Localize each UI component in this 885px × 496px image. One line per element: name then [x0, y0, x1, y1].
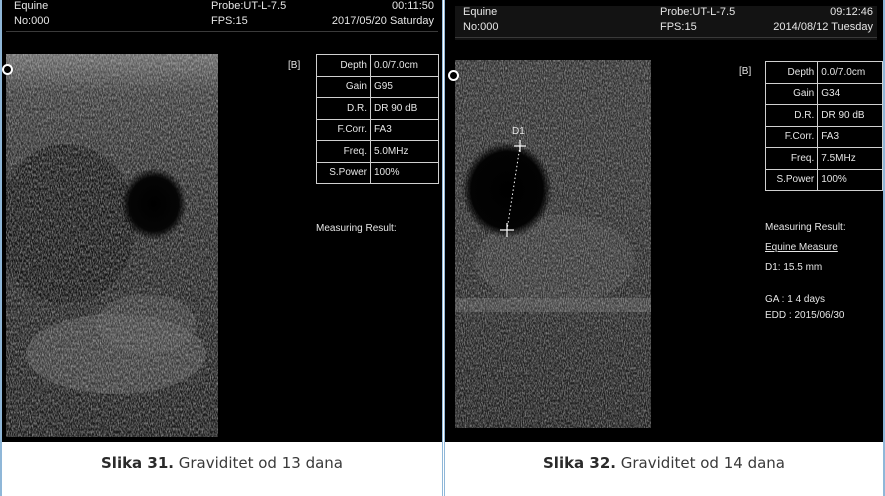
param-value: DR 90 dB [370, 97, 439, 120]
param-key: F.Corr. [316, 118, 371, 141]
measuring-title: Measuring Result: [316, 223, 397, 234]
time-label: 09:12:46 [830, 6, 873, 18]
fps-label: FPS:15 [660, 21, 697, 33]
param-key: Gain [316, 75, 371, 98]
param-key: F.Corr. [764, 125, 819, 148]
param-row: Depth 0.0/7.0cm [316, 54, 439, 77]
ultrasound-screen: Equine Probe:UT-L-7.5 00:11:50 No:000 FP… [2, 0, 442, 442]
patient-label: Equine [14, 0, 49, 12]
measuring-result: Measuring Result: Equine Measure D1: 15.… [765, 218, 846, 324]
ultrasound-image: D1 [455, 60, 651, 428]
param-value: 100% [370, 161, 439, 184]
date-label: 2017/05/20 Saturday [331, 15, 434, 27]
date-label: 2014/08/12 Tuesday [773, 21, 873, 33]
ultrasound-screen: Equine Probe:UT-L-7.5 09:12:46 No:000 FP… [445, 0, 883, 442]
measuring-result: Measuring Result: [316, 219, 397, 239]
param-key: D.R. [316, 97, 371, 120]
ultrasound-figure-32: Equine Probe:UT-L-7.5 09:12:46 No:000 FP… [444, 0, 885, 496]
edd-value: EDD : 2015/06/30 [765, 310, 845, 321]
scanner-header: Equine Probe:UT-L-7.5 09:12:46 No:000 FP… [455, 6, 877, 40]
caption-label: Slika 31. [101, 454, 174, 472]
param-row: Gain G34 [764, 82, 883, 105]
time-label: 00:11:50 [391, 0, 434, 12]
ga-value: GA : 1 4 days [765, 294, 826, 305]
param-row: S.Power 100% [316, 161, 439, 184]
caption-text: Graviditet od 14 dana [620, 454, 785, 472]
param-value: G34 [817, 82, 883, 105]
param-value: 5.0MHz [370, 140, 439, 163]
parameters-table: Depth 0.0/7.0cm Gain G34 D.R. DR 90 dB F.Co… [764, 61, 883, 191]
param-row: F.Corr. FA3 [316, 118, 439, 141]
param-key: Depth [316, 54, 371, 77]
param-value: 7.5MHz [817, 147, 883, 170]
header-divider [455, 37, 877, 38]
parameters-table: Depth 0.0/7.0cm Gain G95 D.R. DR 90 dB F.Co… [316, 54, 439, 184]
number-label: No:000 [463, 21, 499, 33]
patient-label: Equine [463, 6, 498, 18]
param-row: Gain G95 [316, 75, 439, 98]
probe-label: Probe:UT-L-7.5 [211, 0, 287, 12]
param-value: 0.0/7.0cm [370, 54, 439, 77]
measure-name: Equine Measure [765, 242, 838, 253]
focus-marker [2, 64, 13, 75]
number-label: No:000 [14, 15, 50, 27]
param-value: 100% [817, 168, 883, 191]
param-key: Depth [764, 61, 819, 84]
fps-label: FPS:15 [211, 15, 248, 27]
caption-label: Slika 32. [543, 454, 616, 472]
param-key: S.Power [764, 168, 819, 191]
mode-indicator: [B] [739, 66, 752, 77]
param-key: Freq. [764, 147, 819, 170]
param-key: Freq. [316, 140, 371, 163]
mode-indicator: [B] [288, 60, 301, 71]
param-key: S.Power [316, 161, 371, 184]
param-row: Freq. 7.5MHz [764, 147, 883, 170]
param-value: DR 90 dB [817, 104, 883, 127]
caption-text: Graviditet od 13 dana [178, 454, 343, 472]
param-value: FA3 [817, 125, 883, 148]
scanner-header: Equine Probe:UT-L-7.5 00:11:50 No:000 FP… [6, 0, 438, 34]
figure-caption: Slika 31. Graviditet od 13 dana [2, 454, 442, 472]
param-row: Depth 0.0/7.0cm [764, 61, 883, 84]
param-value: FA3 [370, 118, 439, 141]
param-row: D.R. DR 90 dB [316, 97, 439, 120]
param-row: F.Corr. FA3 [764, 125, 883, 148]
ultrasound-image [6, 54, 218, 437]
param-row: D.R. DR 90 dB [764, 104, 883, 127]
header-divider [6, 31, 438, 32]
param-value: 0.0/7.0cm [817, 61, 883, 84]
probe-label: Probe:UT-L-7.5 [660, 6, 736, 18]
figure-caption: Slika 32. Graviditet od 14 dana [445, 454, 883, 472]
measuring-title: Measuring Result: [765, 222, 846, 233]
param-value: G95 [370, 75, 439, 98]
param-key: D.R. [764, 104, 819, 127]
d1-value: D1: 15.5 mm [765, 262, 823, 273]
param-key: Gain [764, 82, 819, 105]
param-row: Freq. 5.0MHz [316, 140, 439, 163]
caliper-label: D1 [512, 126, 525, 137]
param-row: S.Power 100% [764, 168, 883, 191]
ultrasound-figure-31: Equine Probe:UT-L-7.5 00:11:50 No:000 FP… [0, 0, 443, 496]
gestational-sac [121, 168, 187, 240]
focus-marker [448, 70, 459, 81]
